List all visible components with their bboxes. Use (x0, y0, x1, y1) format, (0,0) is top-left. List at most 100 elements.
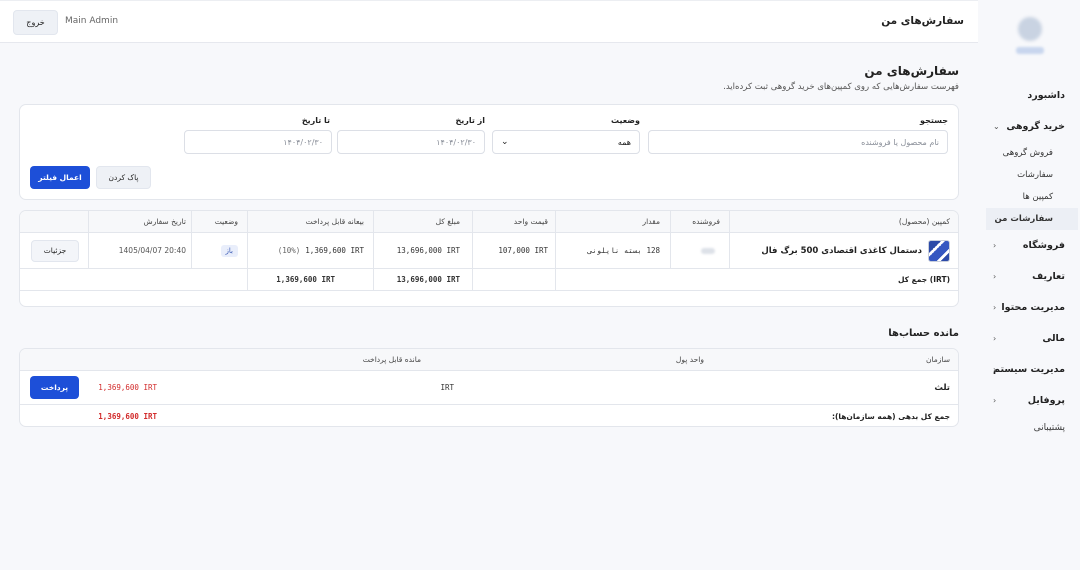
chevron-down-icon: ⌄ (501, 137, 509, 147)
sidebar-nav: داشبورد خرید گروهی ⌄ فروش گروهی سفارشات ک… (978, 80, 1080, 440)
chevron-left-icon: ‹ (993, 303, 997, 312)
sidebar-item-label: خرید گروهی (1006, 121, 1065, 132)
clear-filter-button[interactable]: پاک کردن (96, 166, 151, 189)
remaining-cell: 1,369,600 IRT (98, 383, 157, 392)
divider (472, 211, 473, 291)
to-date-label: تا تاریخ (301, 116, 330, 125)
pay-cell: پرداخت (30, 371, 79, 404)
sidebar-subitem-group-sale[interactable]: فروش گروهی (978, 142, 1080, 164)
details-cell: جزئیات (31, 233, 79, 268)
chevron-left-icon: ‹ (993, 241, 997, 250)
chevron-left-icon: ‹ (993, 396, 997, 405)
apply-filter-button[interactable]: اعمال فیلتر (30, 166, 90, 189)
product-thumbnail (928, 239, 950, 262)
chevron-left-icon: ‹ (993, 365, 997, 374)
search-placeholder: نام محصول یا فروشنده (861, 137, 939, 147)
sidebar-item-label: سفارشات من (994, 214, 1053, 224)
col-deposit: بیعانه قابل پرداخت (305, 217, 364, 226)
sidebar-item-label: تعاریف (1032, 271, 1065, 282)
status-cell: باز (220, 233, 238, 268)
page-title: سفارش‌های من (864, 64, 959, 78)
col-unit-price: قیمت واحد (513, 217, 548, 226)
sidebar-item-label: داشبورد (1027, 90, 1065, 101)
divider (555, 211, 556, 291)
to-date-value: ۱۴۰۴/۰۲/۳۰ (283, 137, 323, 147)
divider (373, 211, 374, 291)
divider (88, 211, 89, 269)
sidebar-subitem-campaigns[interactable]: کمپین ها (978, 186, 1080, 208)
page-subtitle: فهرست سفارش‌هایی که روی کمپین‌های خرید گ… (723, 82, 959, 92)
status-badge: باز (220, 244, 238, 257)
chevron-left-icon: ‹ (993, 272, 997, 281)
orders-table: کمپین (محصول) فروشنده مقدار قیمت واحد مب… (19, 210, 959, 307)
status-value: همه (617, 137, 631, 147)
chevron-down-icon: ⌄ (993, 122, 1000, 131)
divider (670, 211, 671, 269)
avatar[interactable] (1018, 17, 1042, 41)
status-label: وضعیت (611, 116, 640, 125)
topbar-title: سفارش‌های من (881, 15, 964, 27)
col-total: مبلغ کل (435, 217, 460, 226)
search-input[interactable]: نام محصول یا فروشنده (648, 130, 948, 154)
sidebar-item-system[interactable]: مدیریت سیستم ‹ (978, 354, 1080, 385)
sidebar-item-finance[interactable]: مالی ‹ (978, 323, 1080, 354)
avatar-name (1016, 47, 1044, 54)
footer-label: جمع کل (IRT) (897, 275, 950, 284)
sidebar-subitem-my-orders[interactable]: سفارشات من (986, 208, 1078, 230)
table-footer: جمع کل بدهی (همه سازمان‌ها): 1,369,600 I… (20, 405, 958, 426)
sidebar-item-label: سفارشات (1017, 170, 1053, 180)
sidebar-subitem-orders[interactable]: سفارشات (978, 164, 1080, 186)
balances-title: مانده حساب‌ها (888, 328, 959, 339)
deposit-percent: (10%) (277, 246, 301, 255)
search-label: جستجو (920, 116, 948, 125)
sidebar-item-group-buy[interactable]: خرید گروهی ⌄ (978, 111, 1080, 142)
col-status: وضعیت (214, 217, 238, 226)
col-org: سازمان (925, 355, 950, 364)
chevron-left-icon: ‹ (993, 334, 997, 343)
sidebar-item-store[interactable]: فروشگاه ‹ (978, 230, 1080, 261)
from-date-input[interactable]: ۱۴۰۴/۰۲/۳۰ (337, 130, 485, 154)
sidebar-item-label: پشتیبانی (1033, 423, 1065, 433)
from-date-value: ۱۴۰۴/۰۲/۳۰ (436, 137, 476, 147)
table-footer: جمع کل (IRT) 13,696,000 IRT 1,369,600 IR… (20, 269, 958, 291)
date-cell: 1405/04/07 20:40 (118, 246, 186, 255)
seller-cell (701, 233, 715, 268)
sidebar-item-content[interactable]: مدیریت محتوا ‹ (978, 292, 1080, 323)
sidebar-item-profile[interactable]: پروفایل ‹ (978, 385, 1080, 416)
col-currency: واحد پول (675, 355, 704, 364)
deposit-amount: 1,369,600 IRT (305, 246, 364, 255)
deposit-cell: (10%) 1,369,600 IRT (278, 233, 364, 268)
divider (729, 211, 730, 269)
col-seller: فروشنده (692, 217, 720, 226)
logout-button[interactable]: خروج (13, 10, 58, 35)
from-date-label: از تاریخ (455, 116, 485, 125)
filter-panel: جستجو نام محصول یا فروشنده وضعیت همه ⌄ از… (19, 104, 959, 200)
to-date-input[interactable]: ۱۴۰۴/۰۲/۳۰ (184, 130, 332, 154)
sidebar-item-dashboard[interactable]: داشبورد (978, 80, 1080, 111)
total-cell: 13,696,000 IRT (396, 246, 460, 255)
sidebar-item-label: مدیریت محتوا (1001, 302, 1065, 313)
sidebar-item-label: فروشگاه (1022, 240, 1065, 251)
qty-cell: 128 بسته نایلونی (587, 246, 660, 255)
sidebar-item-label: مدیریت سیستم (993, 364, 1065, 375)
footer-total: 13,696,000 IRT (396, 275, 460, 284)
product-cell: دستمال کاغذی اقتصادی 500 برگ فال (761, 233, 950, 268)
table-header: سازمان واحد پول مانده قابل پرداخت (20, 349, 958, 371)
col-remaining: مانده قابل پرداخت (362, 355, 421, 364)
divider (191, 211, 192, 269)
table-header: کمپین (محصول) فروشنده مقدار قیمت واحد مب… (20, 211, 958, 233)
divider (247, 211, 248, 291)
currency-cell: IRT (440, 383, 454, 392)
sidebar-item-support[interactable]: پشتیبانی (978, 416, 1080, 440)
status-select[interactable]: همه ⌄ (492, 130, 640, 154)
footer-deposit: 1,369,600 IRT (276, 275, 335, 284)
table-row: دستمال کاغذی اقتصادی 500 برگ فال 128 بست… (20, 233, 958, 269)
sidebar-item-label: کمپین ها (1022, 192, 1053, 202)
sidebar-item-label: پروفایل (1027, 395, 1065, 406)
balances-table: سازمان واحد پول مانده قابل پرداخت تلث IR… (19, 348, 959, 427)
unit-price-cell: 107,000 IRT (498, 246, 548, 255)
details-button[interactable]: جزئیات (31, 239, 79, 262)
pay-button[interactable]: پرداخت (30, 376, 79, 399)
sidebar-item-definitions[interactable]: تعاریف ‹ (978, 261, 1080, 292)
sidebar: داشبورد خرید گروهی ⌄ فروش گروهی سفارشات ک… (978, 0, 1080, 570)
